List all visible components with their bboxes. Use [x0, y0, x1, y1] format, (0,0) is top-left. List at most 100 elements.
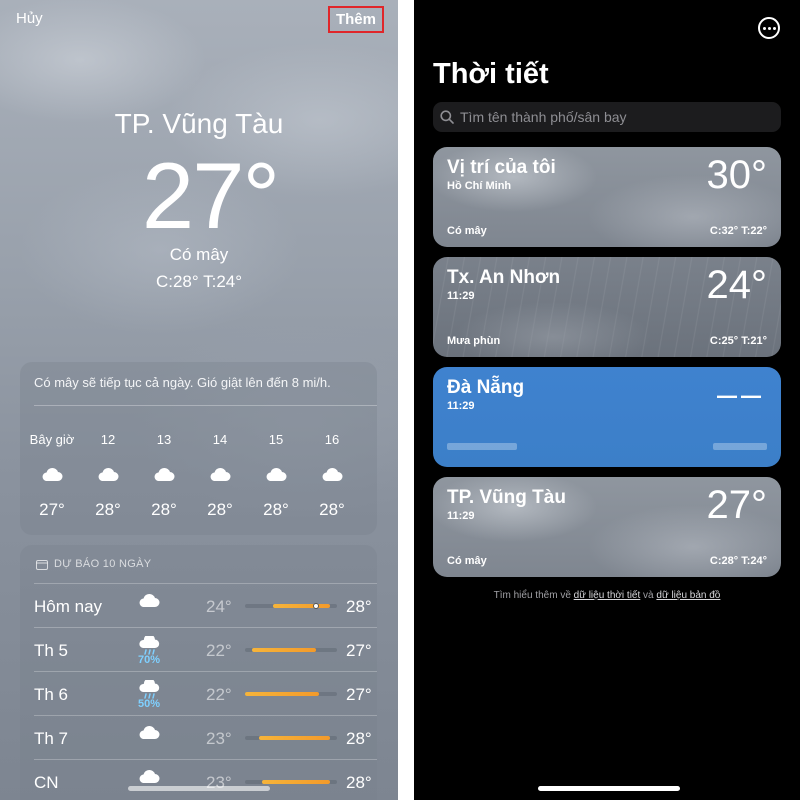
cloud-rain-icon — [139, 678, 160, 699]
hourly-summary: Có mây sẽ tiếp tục cả ngày. Gió giật lên… — [34, 375, 331, 390]
hourly-item: 12 28° — [80, 432, 136, 520]
daily-day: Th 5 — [34, 641, 69, 660]
hourly-temp: 28° — [263, 500, 289, 519]
daily-low: 23° — [206, 729, 232, 748]
daily-day: CN — [34, 773, 59, 792]
daily-high: 28° — [346, 773, 372, 792]
cloud-icon — [139, 725, 160, 739]
more-options-button[interactable] — [758, 17, 780, 39]
hourly-forecast-card[interactable]: Có mây sẽ tiếp tục cả ngày. Gió giật lên… — [20, 362, 377, 535]
loading-placeholder — [447, 443, 517, 450]
city-card-condition: Có mây — [447, 225, 487, 237]
city-card-name: Đà Nẵng — [447, 377, 525, 398]
search-icon — [440, 110, 454, 124]
footer-mid: và — [640, 590, 657, 601]
city-card-my-location[interactable]: Vị trí của tôi Hồ Chí Minh 30° Có mây C:… — [433, 147, 781, 247]
daily-header-label: DỰ BÁO 10 NGÀY — [54, 558, 152, 570]
city-card-subtitle: 11:29 — [447, 400, 475, 412]
weather-list-panel: Thời tiết Vị trí của tôi Hồ Chí Minh 30°… — [414, 0, 800, 800]
city-card-temp: 24° — [706, 263, 768, 307]
home-indicator — [538, 786, 680, 791]
cloud-icon — [98, 467, 119, 481]
hourly-icon-wrap — [208, 466, 232, 486]
dot — [772, 26, 776, 30]
city-card-high-low: C:25° T:21° — [709, 335, 767, 347]
temp-range-bar — [245, 692, 319, 696]
hourly-time: 16 — [324, 432, 340, 447]
daily-high: 27° — [346, 685, 372, 704]
hourly-time: Bây giờ — [29, 432, 75, 447]
cloud-icon — [139, 593, 160, 607]
cancel-button[interactable]: Hủy — [16, 10, 43, 27]
cloud-icon — [154, 467, 175, 481]
hourly-time: 13 — [156, 432, 172, 447]
high-low: C:28° T:24° — [155, 272, 243, 291]
hourly-icon-wrap — [96, 466, 120, 486]
city-card-temp: 30° — [706, 153, 768, 197]
temp-range-track — [245, 603, 337, 609]
map-data-link[interactable]: dữ liệu bản đồ — [656, 590, 720, 601]
hourly-item: 16 28° — [304, 432, 360, 520]
daily-row[interactable]: CN 23° 28° — [34, 759, 377, 800]
temp-range-track — [245, 780, 337, 784]
weather-data-link[interactable]: dữ liệu thời tiết — [574, 590, 641, 601]
daily-icon-wrap — [134, 724, 164, 745]
city-card-subtitle: 11:29 — [447, 510, 475, 522]
city-card-subtitle: 11:29 — [447, 290, 475, 302]
city-card-high-low: C:32° T:22° — [709, 225, 767, 237]
city-card-vung-tau[interactable]: TP. Vũng Tàu 11:29 27° Có mây C:28° T:24… — [433, 477, 781, 577]
cloud-icon — [139, 769, 160, 783]
precip-chance: 70% — [137, 654, 161, 666]
daily-day: Hôm nay — [34, 597, 103, 616]
hourly-time: 15 — [268, 432, 284, 447]
temp-range-bar — [259, 736, 330, 740]
add-button[interactable]: Thêm — [327, 6, 384, 33]
daily-row[interactable]: Th 7 23° 28° — [34, 715, 377, 759]
current-temperature: 27° — [141, 143, 280, 248]
city-card-name: Tx. An Nhơn — [447, 267, 561, 288]
dot — [762, 26, 766, 30]
cloud-rain-icon — [139, 634, 160, 655]
loading-placeholder — [713, 443, 767, 450]
daily-row[interactable]: Hôm nay 24° 28° — [34, 583, 377, 627]
city-card-da-nang[interactable]: Đà Nẵng 11:29 –– — [433, 367, 781, 467]
hourly-temp: 28° — [95, 500, 121, 519]
daily-day: Th 6 — [34, 685, 69, 704]
home-indicator — [128, 786, 270, 791]
hourly-item: Bây giờ 27° — [24, 432, 80, 520]
current-temp-dot — [312, 603, 319, 609]
hourly-time: 14 — [212, 432, 228, 447]
temp-range-track — [245, 736, 337, 740]
city-name: TP. Vũng Tàu — [114, 108, 284, 139]
hourly-temp: 27° — [39, 500, 65, 519]
current-condition: Có mây — [169, 245, 229, 264]
city-preview-panel: Hủy Thêm TP. Vũng Tàu 27° Có mây C:28° T… — [0, 0, 398, 800]
daily-low: 22° — [206, 685, 232, 704]
temp-range-bar — [273, 604, 330, 608]
hourly-item: 13 28° — [136, 432, 192, 520]
daily-high: 27° — [346, 641, 372, 660]
city-card-condition: Có mây — [447, 555, 487, 567]
city-card-an-nhon[interactable]: Tx. An Nhơn 11:29 24° Mưa phùn C:25° T:2… — [433, 257, 781, 357]
daily-high: 28° — [346, 597, 372, 616]
precip-chance: 50% — [137, 698, 161, 710]
cloud-icon — [266, 467, 287, 481]
daily-header: DỰ BÁO 10 NGÀY — [36, 558, 151, 570]
divider — [34, 405, 377, 406]
hourly-temp: 28° — [319, 500, 345, 519]
daily-row[interactable]: Th 5 70% 22° 27° — [34, 627, 377, 671]
hourly-temp: 28° — [207, 500, 233, 519]
hourly-time: 12 — [100, 432, 116, 447]
temp-range-track — [245, 648, 337, 652]
temp-range-track — [245, 692, 337, 696]
dot — [767, 26, 771, 30]
calendar-icon — [36, 559, 48, 570]
city-card-condition: Mưa phùn — [447, 335, 501, 347]
page-title: Thời tiết — [433, 58, 549, 90]
daily-row[interactable]: Th 6 50% 22° 27° — [34, 671, 377, 715]
hourly-item: 15 28° — [248, 432, 304, 520]
daily-forecast-card[interactable]: DỰ BÁO 10 NGÀY Hôm nay 24° 28° Th 5 70% 22° 27… — [20, 545, 377, 800]
search-input[interactable] — [460, 109, 760, 125]
daily-icon-wrap — [134, 592, 164, 613]
search-bar[interactable] — [433, 102, 781, 132]
